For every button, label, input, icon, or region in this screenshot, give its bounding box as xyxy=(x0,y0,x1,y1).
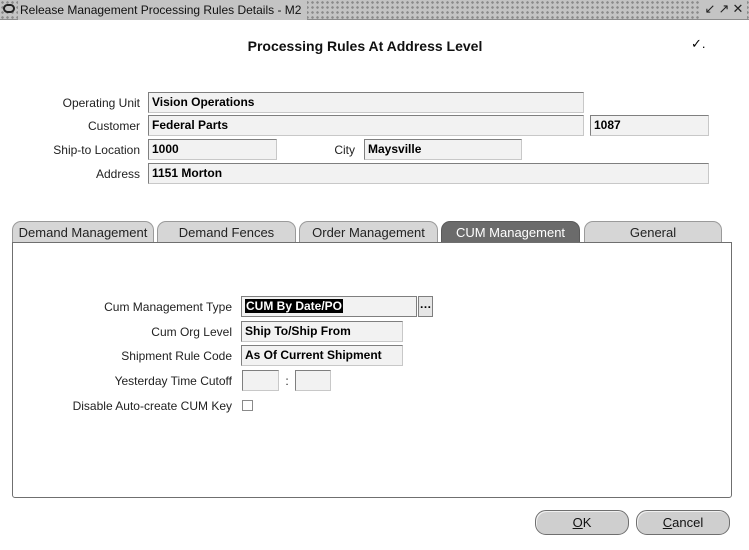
close-icon[interactable]: ✕ xyxy=(731,1,745,17)
tab-cum-management[interactable]: CUM Management xyxy=(441,221,580,242)
customer-number-field[interactable]: 1087 xyxy=(590,115,709,136)
tab-order-management[interactable]: Order Management xyxy=(299,221,438,242)
ok-label-rest: K xyxy=(582,515,592,530)
cum-org-level-field[interactable]: Ship To/Ship From xyxy=(241,321,403,342)
customer-field[interactable]: Federal Parts xyxy=(148,115,584,136)
cutoff-minutes-field[interactable] xyxy=(295,370,331,391)
ship-to-location-field[interactable]: 1000 xyxy=(148,139,277,160)
ok-button[interactable]: OK xyxy=(535,510,629,535)
minimize-icon[interactable]: ↙ xyxy=(703,1,717,17)
cum-management-type-field[interactable]: CUM By Date/PO xyxy=(241,296,417,317)
page-title: Processing Rules At Address Level xyxy=(247,38,483,54)
list-of-values-button[interactable]: … xyxy=(418,296,433,317)
cancel-label-rest: ancel xyxy=(672,515,704,530)
ship-to-location-label: Ship-to Location xyxy=(53,143,140,157)
window-menu-icon[interactable] xyxy=(3,4,15,13)
tab-general[interactable]: General xyxy=(584,221,722,242)
city-field[interactable]: Maysville xyxy=(364,139,522,160)
check-icon: ✓. xyxy=(691,36,706,51)
yesterday-time-cutoff-label: Yesterday Time Cutoff xyxy=(114,374,232,388)
tab-demand-management[interactable]: Demand Management xyxy=(12,221,154,242)
tab-demand-fences[interactable]: Demand Fences xyxy=(157,221,296,242)
window-controls: ↙ ↗ ✕ xyxy=(701,1,747,19)
address-label: Address xyxy=(95,167,140,181)
cutoff-separator: : xyxy=(285,374,289,388)
disable-auto-create-cum-key-label: Disable Auto-create CUM Key xyxy=(72,399,232,413)
cum-management-type-label: Cum Management Type xyxy=(104,300,232,314)
maximize-icon[interactable]: ↗ xyxy=(717,1,731,17)
shipment-rule-code-field[interactable]: As Of Current Shipment xyxy=(241,345,403,366)
disable-auto-create-cum-key-checkbox[interactable] xyxy=(242,400,253,411)
ok-mnemonic: O xyxy=(572,515,583,530)
customer-label: Customer xyxy=(87,119,140,133)
address-field[interactable]: 1151 Morton xyxy=(148,163,709,184)
cum-org-level-label: Cum Org Level xyxy=(151,325,232,339)
cancel-mnemonic: C xyxy=(662,515,673,530)
list-of-values-icon: … xyxy=(419,297,432,311)
window-title: Release Management Processing Rules Deta… xyxy=(18,0,308,20)
operating-unit-field[interactable]: Vision Operations xyxy=(148,92,584,113)
city-label: City xyxy=(334,143,355,157)
cum-management-panel xyxy=(12,242,732,498)
shipment-rule-code-label: Shipment Rule Code xyxy=(121,349,232,363)
cancel-button[interactable]: Cancel xyxy=(636,510,730,535)
operating-unit-label: Operating Unit xyxy=(62,96,140,110)
cum-management-type-value: CUM By Date/PO xyxy=(245,299,344,313)
cutoff-hours-field[interactable] xyxy=(242,370,279,391)
